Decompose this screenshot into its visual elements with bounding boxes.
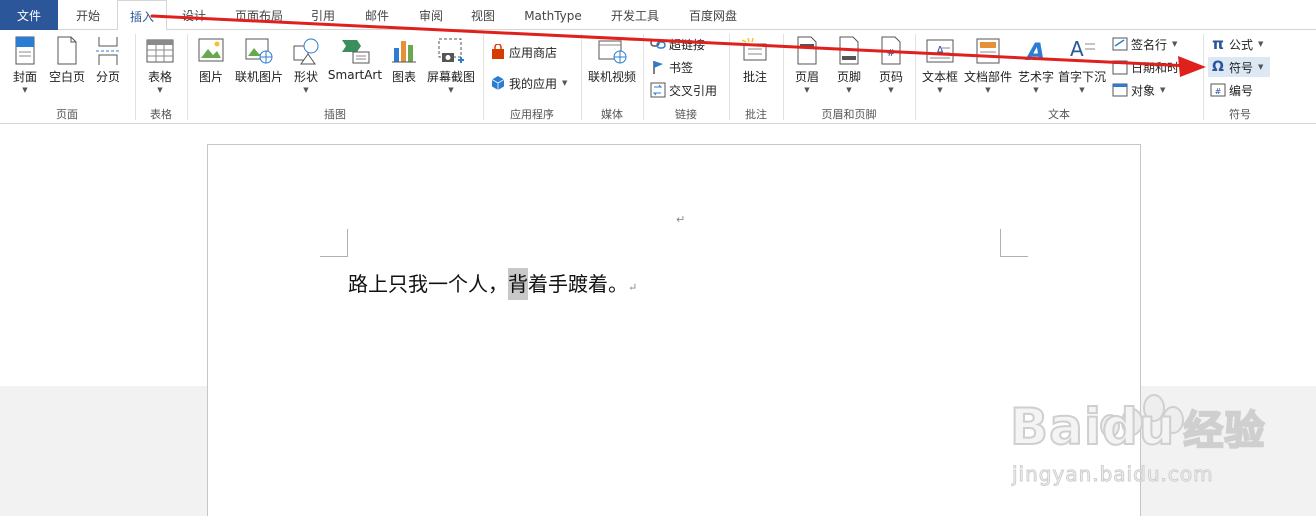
word-window: 文件 开始 插入 设计 页面布局 引用 邮件 审阅 视图 MathType 开发…	[0, 0, 1316, 516]
annotation-arrow	[150, 14, 1206, 77]
